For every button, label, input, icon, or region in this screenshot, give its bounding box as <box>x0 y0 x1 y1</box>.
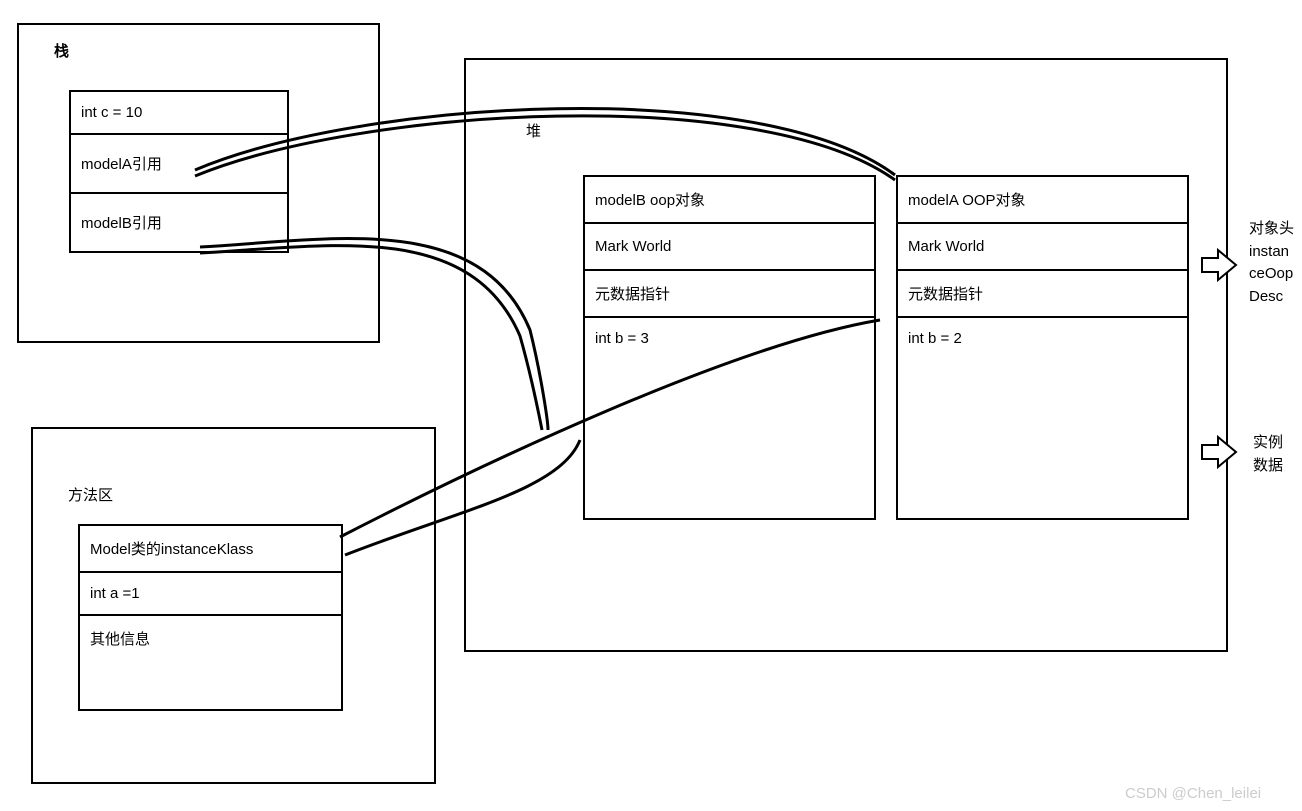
stack-cell-1: modelA引用 <box>71 135 287 194</box>
method-area-cell-0: Model类的instanceKlass <box>80 526 341 573</box>
stack-region: 栈 int c = 10 modelA引用 modelB引用 <box>17 23 380 343</box>
arrow-icon-header <box>1200 248 1240 283</box>
stack-cell-2: modelB引用 <box>71 194 287 251</box>
method-area-cell-2: 其他信息 <box>80 616 341 709</box>
stack-cell-0: int c = 10 <box>71 92 287 135</box>
object-a-cell-2: int b = 2 <box>898 318 1187 518</box>
stack-inner: int c = 10 modelA引用 modelB引用 <box>69 90 289 253</box>
heap-region: 堆 modelB oop对象 Mark World 元数据指针 int b = … <box>464 58 1228 652</box>
heap-object-a: modelA OOP对象 Mark World 元数据指针 int b = 2 <box>896 175 1189 520</box>
annotation-header: 对象头instanceOopDesc <box>1249 218 1294 308</box>
method-area-inner: Model类的instanceKlass int a =1 其他信息 <box>78 524 343 711</box>
object-b-title: modelB oop对象 <box>585 177 874 224</box>
object-b-cell-1: 元数据指针 <box>585 271 874 318</box>
object-a-cell-1: 元数据指针 <box>898 271 1187 318</box>
method-area-region: 方法区 Model类的instanceKlass int a =1 其他信息 <box>31 427 436 784</box>
object-b-cell-2: int b = 3 <box>585 318 874 518</box>
object-a-cell-0: Mark World <box>898 224 1187 271</box>
method-area-title: 方法区 <box>68 484 113 505</box>
object-b-cell-0: Mark World <box>585 224 874 271</box>
object-a-title: modelA OOP对象 <box>898 177 1187 224</box>
watermark: CSDN @Chen_leilei <box>1125 785 1261 802</box>
heap-title: 堆 <box>526 120 541 141</box>
stack-title: 栈 <box>54 40 69 61</box>
heap-object-b: modelB oop对象 Mark World 元数据指针 int b = 3 <box>583 175 876 520</box>
arrow-icon-instance <box>1200 435 1240 470</box>
annotation-instance-data: 实例数据 <box>1253 432 1283 477</box>
method-area-cell-1: int a =1 <box>80 573 341 616</box>
